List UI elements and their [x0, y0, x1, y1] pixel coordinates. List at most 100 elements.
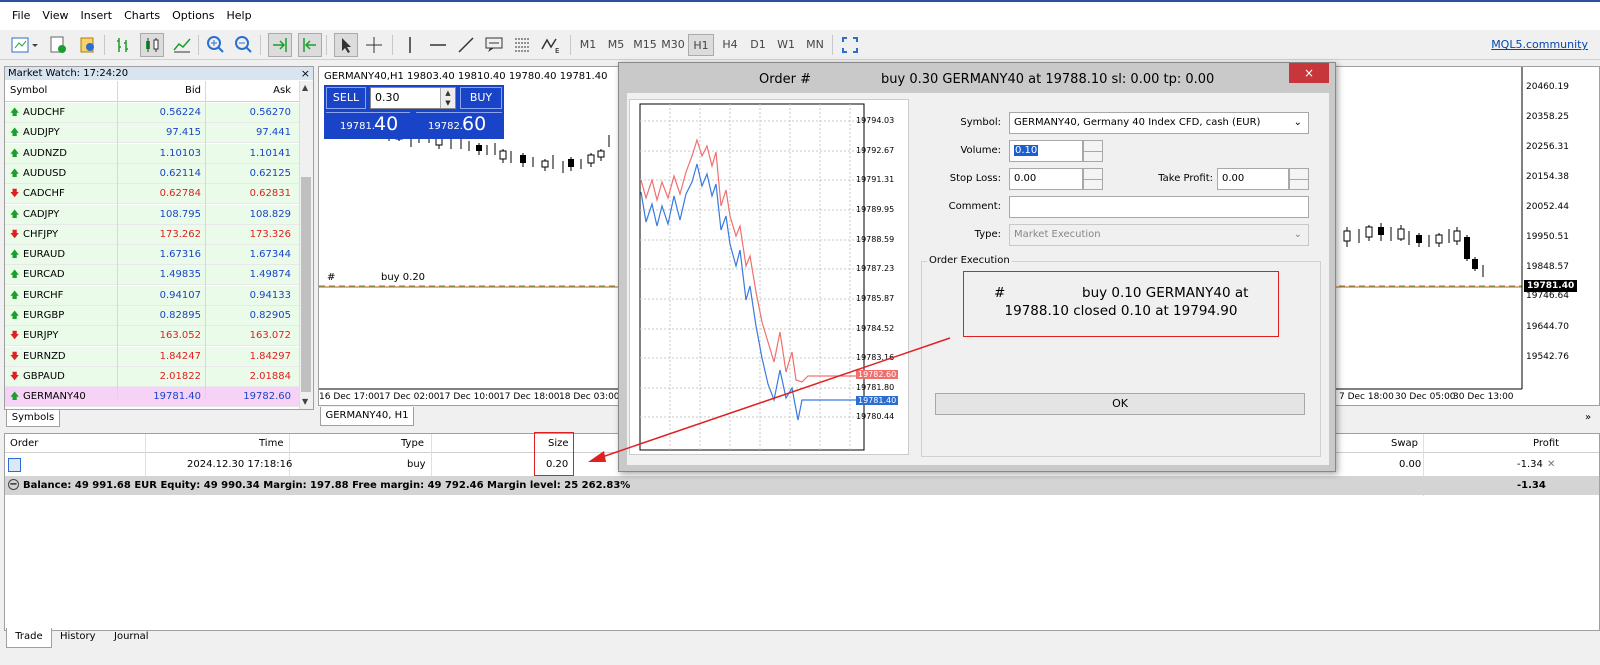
- tf-h4-button[interactable]: H4: [718, 34, 742, 56]
- bid-value: 108.795: [159, 208, 201, 220]
- column-time[interactable]: Time: [259, 434, 283, 453]
- sell-button[interactable]: SELL: [326, 87, 366, 109]
- crosshair-icon[interactable]: [362, 33, 386, 57]
- menu-file[interactable]: File: [6, 2, 36, 30]
- tf-m30-button[interactable]: M30: [660, 34, 686, 56]
- market-watch-row[interactable]: 🡅 EURAUD 1.67316 1.67344: [5, 245, 300, 266]
- tab-trade[interactable]: Trade: [6, 628, 52, 648]
- tab-chart[interactable]: GERMANY40, H1: [320, 407, 414, 426]
- scroll-down-icon[interactable]: ▼: [302, 397, 308, 406]
- ask-value: 0.62125: [249, 167, 291, 179]
- candles-right: [1343, 223, 1484, 277]
- text-label-icon[interactable]: [482, 33, 506, 57]
- sell-price-big: 40: [374, 113, 399, 135]
- take-profit-stepper[interactable]: [1289, 168, 1309, 190]
- close-icon[interactable]: ×: [301, 67, 310, 80]
- market-watch-icon[interactable]: [76, 33, 100, 57]
- chevron-right-icon[interactable]: »: [1585, 412, 1591, 423]
- market-watch-row[interactable]: 🡅 EURCHF 0.94107 0.94133: [5, 285, 300, 306]
- market-watch-row[interactable]: 🡅 AUDNZD 1.10103 1.10141: [5, 143, 300, 164]
- chart-shift-icon[interactable]: [298, 33, 322, 57]
- new-chart-icon[interactable]: [8, 33, 42, 57]
- tf-d1-button[interactable]: D1: [746, 34, 770, 56]
- zoom-out-icon[interactable]: [232, 33, 256, 57]
- mql5-community-link[interactable]: MQL5.community: [1491, 38, 1588, 51]
- vertical-line-icon[interactable]: [398, 33, 422, 57]
- cursor-icon[interactable]: [334, 33, 358, 57]
- ask-value: 108.829: [249, 208, 291, 220]
- fibonacci-icon[interactable]: [510, 33, 534, 57]
- fullscreen-icon[interactable]: [838, 33, 862, 57]
- market-watch-row[interactable]: 🡇 CHFJPY 173.262 173.326: [5, 224, 300, 245]
- sell-price[interactable]: 19781. 40: [326, 112, 410, 137]
- menu-options[interactable]: Options: [166, 2, 220, 30]
- buy-price[interactable]: 19782. 60: [416, 112, 502, 137]
- market-watch-row[interactable]: 🡅 AUDUSD 0.62114 0.62125: [5, 163, 300, 184]
- column-symbol[interactable]: Symbol: [10, 85, 47, 96]
- candlestick-icon[interactable]: [140, 33, 164, 57]
- tf-mn-button[interactable]: MN: [802, 34, 828, 56]
- market-watch-row[interactable]: 🡇 CADCHF 0.62784 0.62831: [5, 184, 300, 205]
- tf-m15-button[interactable]: M15: [632, 34, 658, 56]
- scrollbar-thumb[interactable]: [301, 177, 311, 392]
- price-label: 19644.70: [1526, 322, 1569, 332]
- market-watch-row[interactable]: 🡅 CADJPY 108.795 108.829: [5, 204, 300, 225]
- scroll-up-icon[interactable]: ▲: [302, 83, 308, 92]
- tf-h1-button[interactable]: H1: [688, 34, 714, 56]
- close-order-icon[interactable]: ✕: [1547, 454, 1555, 475]
- comment-field[interactable]: [1009, 196, 1309, 218]
- volume-label: Volume:: [960, 145, 1001, 156]
- take-profit-field[interactable]: 0.00: [1217, 168, 1289, 190]
- auto-scroll-icon[interactable]: [268, 33, 292, 57]
- ok-button[interactable]: OK: [935, 393, 1305, 415]
- market-watch-row[interactable]: 🡇 GBPAUD 2.01822 2.01884: [5, 366, 300, 387]
- tf-m5-button[interactable]: M5: [604, 34, 628, 56]
- stop-loss-stepper[interactable]: [1083, 168, 1103, 190]
- market-watch-row[interactable]: 🡅 GERMANY40 19781.40 19782.60: [5, 387, 300, 408]
- tab-symbols[interactable]: Symbols: [6, 410, 60, 427]
- symbol-select[interactable]: GERMANY40, Germany 40 Index CFD, cash (E…: [1009, 112, 1309, 134]
- column-ask[interactable]: Ask: [265, 85, 291, 96]
- column-order[interactable]: Order: [10, 434, 38, 453]
- symbol-name: AUDCHF: [23, 107, 66, 118]
- horizontal-line-icon[interactable]: [426, 33, 450, 57]
- elliott-icon[interactable]: E: [538, 33, 564, 57]
- dialog-close-button[interactable]: ×: [1289, 63, 1329, 83]
- menu-charts[interactable]: Charts: [118, 2, 166, 30]
- line-chart-icon[interactable]: [170, 33, 194, 57]
- zoom-in-icon[interactable]: [204, 33, 228, 57]
- trendline-icon[interactable]: [454, 33, 478, 57]
- market-watch-row[interactable]: 🡅 AUDCHF 0.56224 0.56270: [5, 103, 300, 123]
- bar-chart-icon[interactable]: [112, 33, 136, 57]
- volume-spinner[interactable]: ▲ ▼: [440, 88, 455, 108]
- menu-insert[interactable]: Insert: [75, 2, 119, 30]
- volume-stepper[interactable]: [1083, 140, 1103, 162]
- arrow-down-icon: 🡇: [10, 229, 20, 240]
- buy-button[interactable]: BUY: [460, 87, 502, 109]
- column-profit[interactable]: Profit: [1533, 434, 1559, 453]
- bid-value: 163.052: [159, 330, 201, 342]
- market-watch-row[interactable]: 🡇 EURJPY 163.052 163.072: [5, 326, 300, 347]
- tf-m1-button[interactable]: M1: [576, 34, 600, 56]
- volume-field[interactable]: 0.10: [1009, 140, 1083, 162]
- market-watch-row[interactable]: 🡅 EURGBP 0.82895 0.82905: [5, 306, 300, 326]
- market-watch-row[interactable]: 🡇 EURNZD 1.84247 1.84297: [5, 346, 300, 367]
- column-bid[interactable]: Bid: [175, 85, 201, 96]
- stop-loss-field[interactable]: 0.00: [1009, 168, 1083, 190]
- axis-label: 19788.59: [856, 235, 895, 244]
- tab-journal[interactable]: Journal: [114, 631, 149, 642]
- type-select[interactable]: Market Execution ⌄: [1009, 224, 1309, 246]
- collapse-icon[interactable]: −: [8, 479, 19, 490]
- tab-history[interactable]: History: [60, 631, 96, 642]
- menu-help[interactable]: Help: [221, 2, 258, 30]
- ask-value: 97.441: [256, 127, 291, 139]
- arrow-down-icon: 🡇: [10, 351, 20, 362]
- market-watch-row[interactable]: 🡅 AUDJPY 97.415 97.441: [5, 123, 300, 144]
- menu-view[interactable]: View: [36, 2, 74, 30]
- tf-w1-button[interactable]: W1: [774, 34, 798, 56]
- symbol-name: CADJPY: [23, 208, 60, 220]
- column-type[interactable]: Type: [401, 434, 424, 453]
- column-swap[interactable]: Swap: [1391, 434, 1418, 453]
- profiles-icon[interactable]: [46, 33, 70, 57]
- market-watch-row[interactable]: 🡅 EURCAD 1.49835 1.49874: [5, 265, 300, 286]
